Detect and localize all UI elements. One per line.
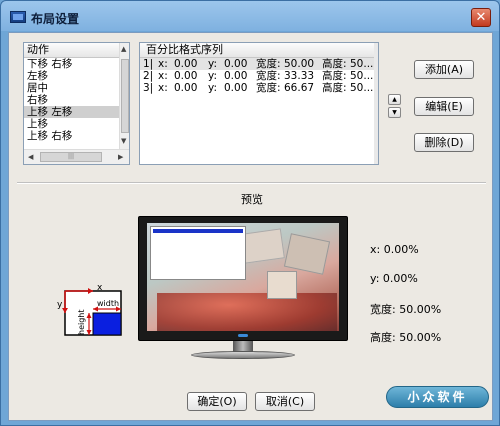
row-index: 3| xyxy=(143,82,154,94)
y-value: 0.00 xyxy=(224,82,248,94)
scroll-up-icon[interactable]: ▲ xyxy=(121,45,126,53)
photo-thumbnail xyxy=(283,233,331,275)
preview-rect-bar xyxy=(153,229,243,233)
width-label: 宽度: xyxy=(256,82,281,94)
list-item[interactable]: 右移 xyxy=(24,94,129,106)
list-item[interactable]: 上移 右移 xyxy=(24,130,129,142)
brand-logo: 小众软件 xyxy=(386,386,489,408)
preview-x-text: x: 0.00% xyxy=(370,243,419,256)
height-value: 50... xyxy=(350,70,374,82)
x-label: x: xyxy=(158,58,168,70)
photo-thumbnail xyxy=(241,228,285,264)
move-up-button[interactable]: ▲ xyxy=(388,94,401,105)
width-value: 50.00 xyxy=(284,58,315,70)
row-index: 1| xyxy=(143,58,154,70)
edit-button[interactable]: 编辑(E) xyxy=(414,97,474,116)
table-row[interactable]: 3| x: 0.00 y: 0.00 宽度: 66.67 高度: 50... xyxy=(140,82,378,94)
y-label: y: xyxy=(208,70,217,82)
action-list[interactable]: 动作 下移 右移 左移 居中 右移 上移 左移 上移 上移 右移 ▲ ▼ ◀ |… xyxy=(23,42,130,165)
width-value: 33.33 xyxy=(284,70,315,82)
layout-diagram: x y width height xyxy=(53,271,133,345)
height-label: 高度: xyxy=(322,70,347,82)
list-item[interactable]: 居中 xyxy=(24,82,129,94)
preview-height-text: 高度: 50.00% xyxy=(370,331,442,344)
dialog-window: 布局设置 ✕ 动作 下移 右移 左移 居中 右移 上移 左移 上移 上移 右移 … xyxy=(0,0,500,426)
close-button[interactable]: ✕ xyxy=(471,8,491,27)
x-value: 0.00 xyxy=(174,58,198,70)
vertical-scrollbar[interactable]: ▲ ▼ xyxy=(119,43,129,149)
add-button[interactable]: 添加(A) xyxy=(414,60,474,79)
scroll-right-icon[interactable]: ▶ xyxy=(118,153,123,161)
x-label: x: xyxy=(158,70,168,82)
diagram-height-label: height xyxy=(77,310,86,336)
action-list-header: 动作 xyxy=(24,43,129,58)
diagram-y-label: y xyxy=(57,300,63,310)
table-row[interactable]: 1| x: 0.00 y: 0.00 宽度: 50.00 高度: 50... xyxy=(140,58,378,70)
x-value: 0.00 xyxy=(174,82,198,94)
height-value: 50... xyxy=(350,82,374,94)
preview-screen xyxy=(147,223,339,331)
width-label: 宽度: xyxy=(256,58,281,70)
list-item-selected[interactable]: 上移 左移 xyxy=(24,106,129,118)
horizontal-scrollbar[interactable]: ◀ ||| ▶ xyxy=(24,149,129,164)
diagram-x-label: x xyxy=(97,283,103,293)
height-label: 高度: xyxy=(322,82,347,94)
app-icon xyxy=(10,11,26,23)
height-label: 高度: xyxy=(322,58,347,70)
scroll-down-icon[interactable]: ▼ xyxy=(121,137,126,145)
preview-y-text: y: 0.00% xyxy=(370,272,418,285)
format-sequence-list[interactable]: 百分比格式序列 1| x: 0.00 y: 0.00 宽度: 50.00 高度:… xyxy=(139,42,379,165)
y-label: y: xyxy=(208,82,217,94)
x-value: 0.00 xyxy=(174,70,198,82)
list-item[interactable]: 下移 右移 xyxy=(24,58,129,70)
scroll-thumb[interactable] xyxy=(121,59,129,133)
delete-button[interactable]: 删除(D) xyxy=(414,133,474,152)
y-label: y: xyxy=(208,58,217,70)
scroll-left-icon[interactable]: ◀ xyxy=(28,153,33,161)
preview-width-text: 宽度: 50.00% xyxy=(370,303,442,316)
photo-thumbnail xyxy=(267,271,297,299)
y-value: 0.00 xyxy=(224,70,248,82)
height-value: 50... xyxy=(350,58,374,70)
ok-button[interactable]: 确定(O) xyxy=(187,392,247,411)
power-led xyxy=(238,334,248,337)
list-item[interactable]: 上移 xyxy=(24,118,129,130)
format-list-header: 百分比格式序列 xyxy=(140,43,378,58)
table-row[interactable]: 2| x: 0.00 y: 0.00 宽度: 33.33 高度: 50... xyxy=(140,70,378,82)
preview-layout-rect xyxy=(150,226,246,280)
move-down-button[interactable]: ▼ xyxy=(388,107,401,118)
preview-label: 预览 xyxy=(241,193,263,206)
title-bar[interactable]: 布局设置 ✕ xyxy=(1,1,499,33)
window-title: 布局设置 xyxy=(31,12,80,26)
monitor-preview xyxy=(138,216,348,341)
monitor-base xyxy=(191,351,295,359)
vertical-scrollbar[interactable] xyxy=(374,43,378,164)
row-index: 2| xyxy=(143,70,154,82)
x-label: x: xyxy=(158,82,168,94)
list-item[interactable]: 左移 xyxy=(24,70,129,82)
y-value: 0.00 xyxy=(224,58,248,70)
scroll-thumb[interactable]: ||| xyxy=(40,152,102,162)
cancel-button[interactable]: 取消(C) xyxy=(255,392,315,411)
dialog-body: 动作 下移 右移 左移 居中 右移 上移 左移 上移 上移 右移 ▲ ▼ ◀ |… xyxy=(8,32,493,421)
width-label: 宽度: xyxy=(256,70,281,82)
divider xyxy=(17,182,486,184)
width-value: 66.67 xyxy=(284,82,315,94)
diagram-width-label: width xyxy=(97,299,119,308)
